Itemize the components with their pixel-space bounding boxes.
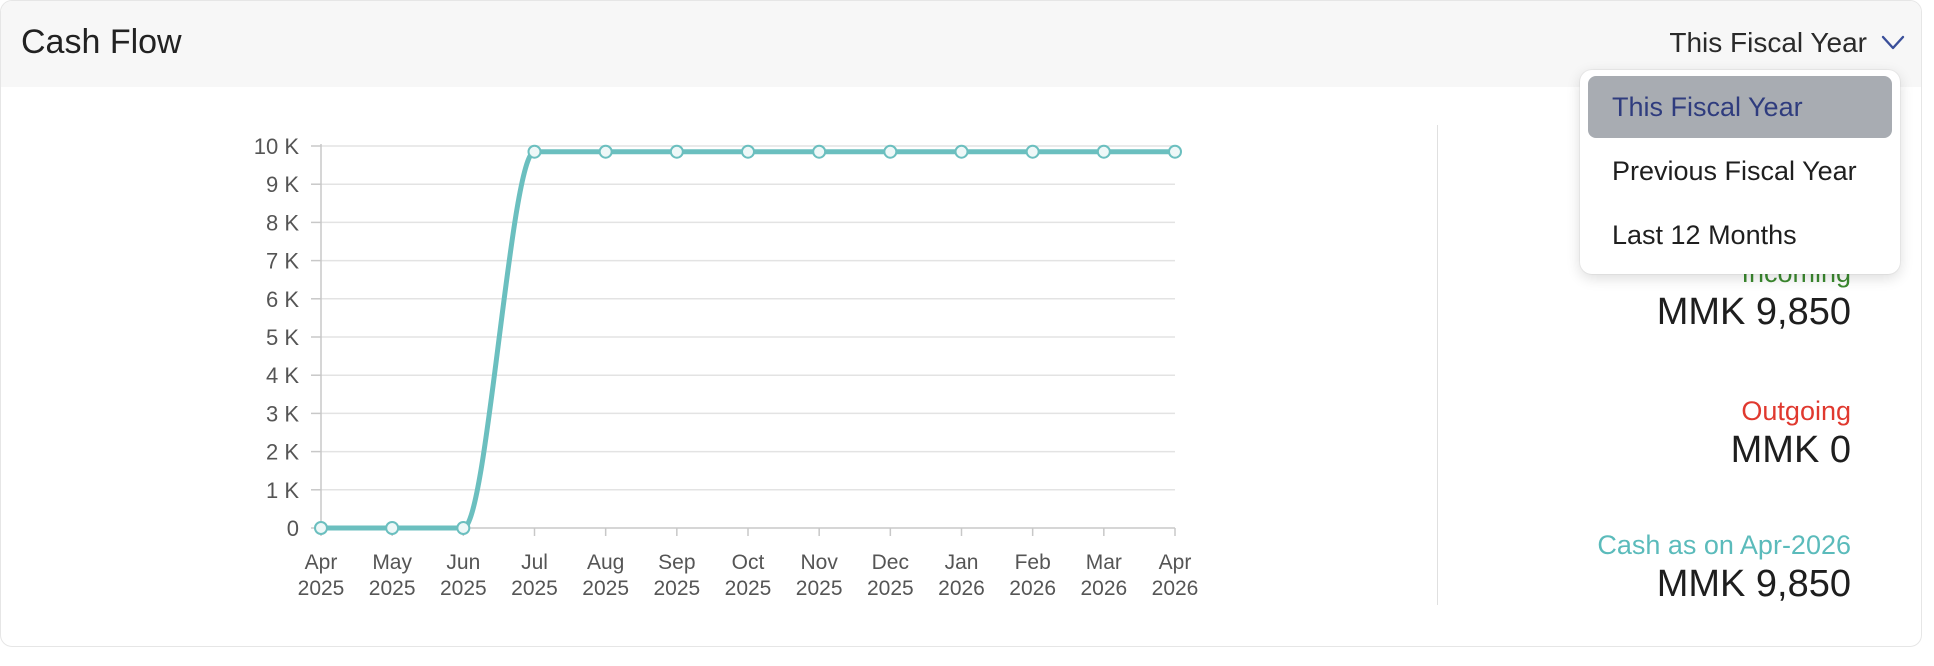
x-tick-label-month: Sep	[658, 551, 695, 574]
y-tick-label: 7 K	[266, 249, 299, 274]
y-tick-label: 3 K	[266, 401, 299, 426]
data-point	[812, 144, 827, 159]
summary-cash: Cash as on Apr-2026 MMK 9,850	[1597, 529, 1851, 607]
dropdown-option-previous-fiscal-year[interactable]: Previous Fiscal Year	[1588, 140, 1892, 202]
x-tick-label-month: Feb	[1015, 551, 1051, 574]
x-tick-label-year: 2025	[867, 577, 914, 600]
x-tick-label-year: 2025	[369, 577, 416, 600]
period-selector-value: This Fiscal Year	[1669, 27, 1867, 58]
data-point	[1096, 144, 1111, 159]
summary-outgoing: Outgoing MMK 0	[1731, 395, 1851, 473]
data-point	[741, 144, 755, 159]
y-tick-label: 6 K	[266, 287, 299, 312]
period-dropdown-menu: This Fiscal Year Previous Fiscal Year La…	[1580, 70, 1900, 274]
x-tick-label-year: 2025	[653, 577, 700, 600]
chevron-down-icon	[1881, 35, 1905, 51]
x-tick-label-month: Jan	[945, 551, 979, 574]
x-tick-label-month: Mar	[1086, 551, 1122, 574]
x-tick-label-year: 2025	[725, 577, 772, 600]
x-tick-label-month: Apr	[1159, 551, 1192, 574]
dropdown-option-last-12-months[interactable]: Last 12 Months	[1588, 204, 1892, 266]
series-line	[318, 149, 1178, 531]
y-tick-label: 4 K	[266, 363, 299, 388]
x-tick-label-year: 2025	[298, 577, 345, 600]
data-point	[385, 521, 400, 535]
x-tick-label-month: Jun	[446, 551, 480, 574]
x-tick-label-month: Apr	[305, 551, 338, 574]
y-tick-label: 2 K	[266, 440, 299, 465]
x-tick-label-month: Nov	[800, 551, 838, 574]
data-point	[954, 144, 969, 159]
x-tick-label-month: Dec	[872, 551, 909, 574]
outgoing-value: MMK 0	[1730, 429, 1851, 471]
outgoing-label: Outgoing	[1741, 396, 1851, 426]
cash-value: MMK 9,850	[1656, 563, 1851, 605]
y-tick-label: 8 K	[266, 210, 299, 235]
data-point	[669, 144, 684, 159]
data-point	[883, 144, 898, 159]
data-point	[1168, 144, 1182, 159]
dropdown-option-this-fiscal-year[interactable]: This Fiscal Year	[1588, 76, 1892, 138]
x-tick-label-year: 2025	[511, 577, 558, 600]
x-tick-label-year: 2025	[796, 577, 843, 600]
data-point	[456, 521, 471, 535]
data-point	[598, 144, 613, 159]
x-tick-label-year: 2025	[440, 577, 487, 600]
x-tick-label-year: 2026	[1152, 577, 1199, 600]
data-point	[1025, 144, 1040, 159]
x-tick-label-year: 2026	[938, 577, 985, 600]
chart-divider	[1437, 125, 1438, 605]
x-tick-label-month: Jul	[521, 551, 548, 574]
data-point	[527, 144, 542, 159]
x-tick-label-year: 2025	[582, 577, 629, 600]
y-tick-label: 10 K	[254, 134, 300, 159]
period-selector[interactable]: This Fiscal Year	[1669, 27, 1905, 59]
cash-label: Cash as on Apr-2026	[1597, 530, 1851, 560]
x-tick-label-month: May	[372, 551, 412, 574]
y-tick-label: 9 K	[266, 172, 299, 197]
y-tick-label: 0	[287, 516, 299, 541]
incoming-value: MMK 9,850	[1656, 291, 1851, 333]
y-tick-label: 5 K	[266, 325, 299, 350]
x-tick-label-month: Aug	[587, 551, 624, 574]
data-point	[314, 521, 328, 535]
cash-flow-chart: 0 1 K 2 K 3 K 4 K 5 K 6 K 7 K 8 K 9 K 10 K Apr 2025 M…	[254, 134, 1199, 600]
x-tick-label-year: 2026	[1080, 577, 1127, 600]
y-tick-label: 1 K	[266, 478, 299, 503]
x-tick-label-year: 2026	[1009, 577, 1056, 600]
x-tick-label-month: Oct	[732, 551, 765, 574]
